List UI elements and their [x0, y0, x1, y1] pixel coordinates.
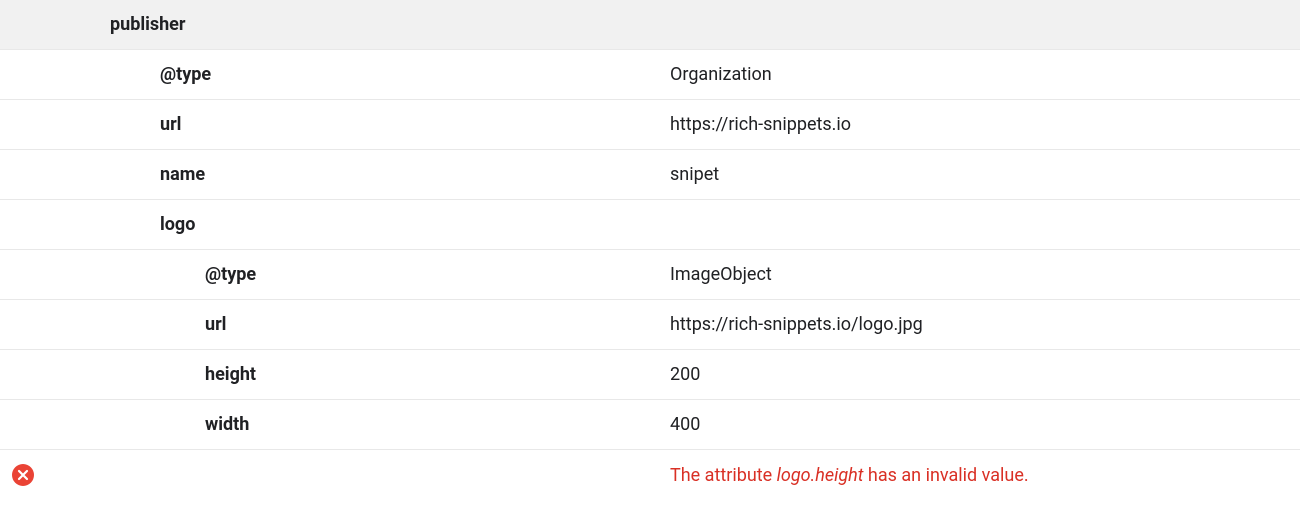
property-key: logo [45, 214, 670, 235]
property-value: ImageObject [670, 264, 1300, 285]
property-key: name [45, 164, 670, 185]
table-row: @type ImageObject [0, 250, 1300, 300]
table-row-publisher: publisher [0, 0, 1300, 50]
table-row: width 400 [0, 400, 1300, 450]
table-row: @type Organization [0, 50, 1300, 100]
property-key: url [45, 114, 670, 135]
property-key: publisher [45, 14, 670, 35]
table-row: url https://rich-snippets.io [0, 100, 1300, 150]
property-key: @type [45, 64, 670, 85]
property-value: https://rich-snippets.io [670, 114, 1300, 135]
structured-data-table: publisher @type Organization url https:/… [0, 0, 1300, 500]
property-key: width [45, 414, 670, 435]
property-value: Organization [670, 64, 1300, 85]
property-key: url [45, 314, 670, 335]
property-key: @type [45, 264, 670, 285]
error-icon [12, 464, 34, 486]
table-row: name snipet [0, 150, 1300, 200]
error-message: The attribute logo.height has an invalid… [670, 465, 1300, 486]
property-value: 400 [670, 414, 1300, 435]
table-row: url https://rich-snippets.io/logo.jpg [0, 300, 1300, 350]
table-row-error: The attribute logo.height has an invalid… [0, 450, 1300, 500]
table-row-logo: logo [0, 200, 1300, 250]
property-key: height [45, 364, 670, 385]
table-row: height 200 [0, 350, 1300, 400]
property-value: 200 [670, 364, 1300, 385]
property-value: https://rich-snippets.io/logo.jpg [670, 314, 1300, 335]
property-value: snipet [670, 164, 1300, 185]
